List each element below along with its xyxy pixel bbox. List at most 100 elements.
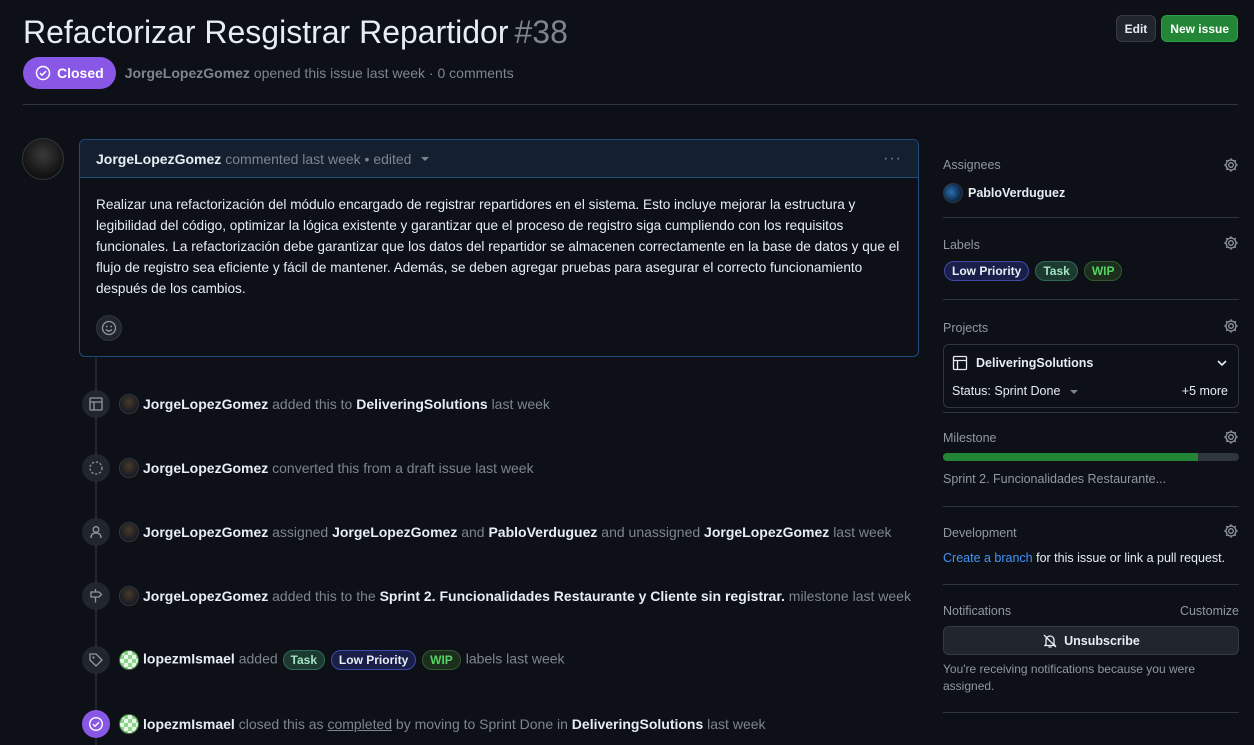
issue-comment: JorgeLopezGomez commented last week • ed… (79, 139, 919, 357)
avatar[interactable] (119, 586, 139, 606)
user-link[interactable]: JorgeLopezGomez (704, 524, 829, 540)
milestone-progress-bar (943, 453, 1239, 461)
gear-icon[interactable] (1223, 429, 1239, 445)
bell-slash-icon (1043, 634, 1057, 648)
issue-number: #38 (514, 14, 568, 50)
avatar[interactable] (119, 714, 139, 734)
comment-body: Realizar una refactorización del módulo … (96, 197, 900, 296)
event-text: by moving to Sprint Done in (395, 716, 568, 732)
projects-title: Projects (943, 321, 989, 335)
add-reaction-button[interactable] (96, 315, 122, 341)
avatar[interactable] (119, 522, 139, 542)
chevron-down-icon (1070, 389, 1079, 394)
milestone-icon (82, 582, 110, 610)
completed-link[interactable]: completed (327, 716, 392, 732)
milestone-section: Milestone Sprint 2. Funcionalidades Rest… (943, 413, 1239, 507)
tag-icon (82, 646, 110, 674)
event-time: milestone last week (788, 588, 911, 604)
event-text: assigned (272, 524, 329, 540)
project-link[interactable]: DeliveringSolutions (952, 355, 1093, 371)
customize-link[interactable]: Customize (1180, 604, 1239, 618)
project-more-fields[interactable]: +5 more (1182, 384, 1228, 398)
issue-title-text: Refactorizar Resgistrar Repartidor (23, 14, 509, 50)
timeline-text: JorgeLopezGomez converted this from a dr… (143, 460, 534, 476)
actor-link[interactable]: JorgeLopezGomez (143, 460, 268, 476)
avatar[interactable] (119, 650, 139, 670)
actor-link[interactable]: lopezmIsmael (143, 651, 235, 667)
issue-draft-icon (82, 454, 110, 482)
issue-opened-meta: opened this issue last week · 0 comments (249, 65, 514, 81)
kebab-menu-icon[interactable]: ··· (883, 150, 902, 168)
gear-icon[interactable] (1223, 523, 1239, 539)
assignee-item[interactable]: PabloVerduguez (943, 183, 1065, 203)
project-status: Status: Sprint Done (952, 384, 1061, 398)
avatar (943, 183, 963, 203)
timeline-event: lopezmIsmael closed this as completed by… (82, 710, 766, 738)
timeline-event: JorgeLopezGomez added this to Delivering… (82, 390, 550, 418)
chevron-down-icon[interactable] (421, 156, 430, 161)
actor-link[interactable]: JorgeLopezGomez (143, 524, 268, 540)
timeline-text: lopezmIsmael closed this as completed by… (143, 716, 766, 732)
label-wip[interactable]: WIP (422, 650, 461, 670)
avatar[interactable] (119, 394, 139, 414)
project-status-dropdown[interactable]: Status: Sprint Done (952, 384, 1079, 398)
notifications-title: Notifications (943, 604, 1012, 618)
avatar[interactable] (22, 138, 64, 180)
label-low-priority[interactable]: Low Priority (330, 650, 417, 670)
create-branch-link[interactable]: Create a branch (943, 551, 1033, 565)
event-time: last week (833, 524, 892, 540)
user-link[interactable]: JorgeLopezGomez (332, 524, 457, 540)
label-low-priority[interactable]: Low Priority (944, 261, 1030, 281)
project-link[interactable]: DeliveringSolutions (572, 716, 703, 732)
timeline-text: JorgeLopezGomez added this to the Sprint… (143, 588, 911, 604)
state-label: Closed (57, 65, 104, 81)
event-time: last week (707, 716, 766, 732)
label-task[interactable]: Task (1035, 261, 1078, 281)
timeline-text: lopezmIsmael added Task Low Priority WIP… (143, 650, 565, 670)
event-text: converted this from a draft issue last w… (272, 460, 534, 476)
timeline-event: JorgeLopezGomez assigned JorgeLopezGomez… (82, 518, 892, 546)
assignees-section: Assignees PabloVerduguez (943, 140, 1239, 218)
issue-sidebar: Assignees PabloVerduguez Labels Low Prio… (943, 140, 1239, 713)
notifications-section: Notifications Customize Unsubscribe You'… (943, 585, 1239, 713)
timeline-text: JorgeLopezGomez assigned JorgeLopezGomez… (143, 524, 892, 540)
milestone-link[interactable]: Sprint 2. Funcionalidades Restaurante y … (380, 588, 785, 604)
actor-link[interactable]: JorgeLopezGomez (143, 396, 268, 412)
check-circle-icon (35, 65, 51, 81)
comment-header: JorgeLopezGomez commented last week • ed… (80, 140, 918, 178)
issue-author-link[interactable]: JorgeLopezGomez (125, 65, 250, 81)
assignees-title: Assignees (943, 158, 1001, 172)
header-divider (23, 104, 1238, 105)
label-list: Low Priority Task WIP (943, 261, 1123, 281)
timeline-text: JorgeLopezGomez added this to Delivering… (143, 396, 550, 412)
label-wip[interactable]: WIP (1083, 261, 1123, 281)
edit-button[interactable]: Edit (1115, 15, 1157, 42)
unsubscribe-button[interactable]: Unsubscribe (943, 626, 1239, 655)
issue-title: Refactorizar Resgistrar Repartidor #38 (23, 14, 568, 51)
gear-icon[interactable] (1223, 235, 1239, 251)
actor-link[interactable]: lopezmIsmael (143, 716, 235, 732)
comment-meta: commented last week • edited (225, 150, 412, 167)
project-card: DeliveringSolutions Status: Sprint Done … (943, 344, 1239, 408)
actor-link[interactable]: JorgeLopezGomez (143, 588, 268, 604)
issue-state-row: Closed JorgeLopezGomez opened this issue… (23, 57, 514, 89)
issue-header: Refactorizar Resgistrar Repartidor #38 Ed… (23, 12, 1238, 52)
chevron-down-icon[interactable] (1216, 357, 1228, 369)
user-link[interactable]: PabloVerduguez (488, 524, 597, 540)
project-link[interactable]: DeliveringSolutions (356, 396, 487, 412)
milestone-title: Milestone (943, 431, 997, 445)
gear-icon[interactable] (1223, 157, 1239, 173)
comment-author-link[interactable]: JorgeLopezGomez (96, 151, 221, 167)
label-task[interactable]: Task (282, 650, 326, 670)
event-text: and (461, 524, 485, 540)
gear-icon[interactable] (1223, 318, 1239, 334)
development-rest: for this issue or link a pull request. (1032, 551, 1226, 565)
milestone-link[interactable]: Sprint 2. Funcionalidades Restaurante... (943, 472, 1166, 486)
timeline-event: JorgeLopezGomez added this to the Sprint… (82, 582, 911, 610)
avatar[interactable] (119, 458, 139, 478)
event-text: added this to (272, 396, 353, 412)
event-text: and unassigned (601, 524, 701, 540)
milestone-progress-fill (943, 453, 1198, 461)
new-issue-button[interactable]: New issue (1161, 15, 1238, 42)
table-icon (952, 355, 968, 371)
